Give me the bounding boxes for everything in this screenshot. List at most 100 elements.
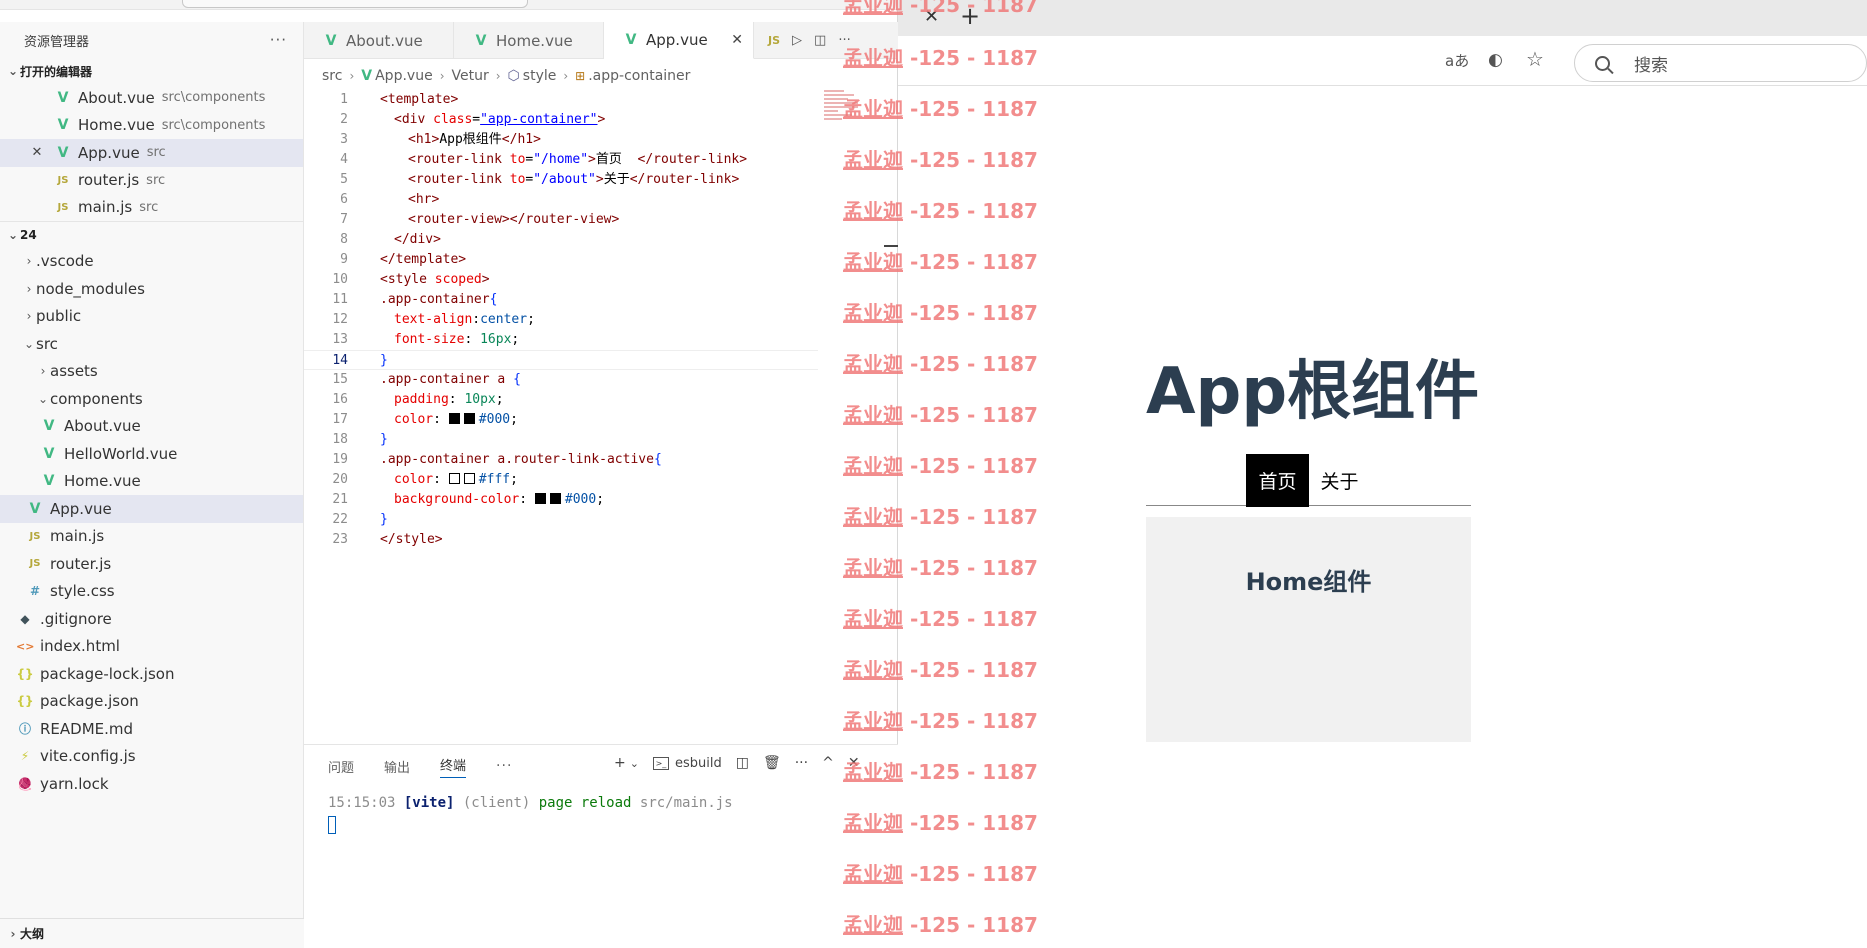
add-terminal-icon[interactable]: +	[614, 755, 626, 771]
tree-item-components[interactable]: ⌄ components	[0, 385, 303, 413]
search-box[interactable]: 搜索	[1574, 44, 1867, 82]
breadcrumb-vetur[interactable]: Vetur	[452, 68, 489, 84]
tree-item-label: package.json	[40, 692, 139, 711]
project-header[interactable]: ⌄ 24	[0, 222, 303, 248]
tab-about-vue[interactable]: V About.vue	[304, 22, 454, 59]
more-icon[interactable]: ···	[795, 755, 808, 771]
tab-label: Home.vue	[496, 31, 573, 50]
tree-item-style-css[interactable]: # style.css	[0, 578, 303, 606]
run-icon[interactable]: ▷	[792, 33, 802, 48]
close-icon[interactable]: ✕	[848, 755, 860, 771]
nav-link-about[interactable]: 关于	[1309, 454, 1371, 507]
open-editor-name: About.vue	[78, 88, 155, 107]
new-tab-icon[interactable]: +	[960, 2, 980, 30]
tree-item-helloworld-vue[interactable]: V HelloWorld.vue	[0, 440, 303, 468]
explorer-more-icon[interactable]: ···	[270, 31, 287, 49]
tree-item-package-json[interactable]: {} package.json	[0, 688, 303, 716]
split-terminal-icon[interactable]: ◫	[736, 755, 749, 771]
tree-item-app-vue[interactable]: V App.vue	[0, 495, 303, 523]
vue-file-icon: V	[325, 32, 337, 49]
tree-item-assets[interactable]: › assets	[0, 358, 303, 386]
home-component: Home组件	[1146, 517, 1471, 742]
more-icon[interactable]: ···	[496, 758, 512, 774]
close-icon[interactable]: ✕	[731, 32, 743, 48]
tree-item-yarn-lock[interactable]: 🧶 yarn.lock	[0, 770, 303, 798]
tree-item-main-js[interactable]: JS main.js	[0, 523, 303, 551]
read-aloud-icon[interactable]: aあ	[1445, 50, 1469, 71]
tree-item-home-vue[interactable]: V Home.vue	[0, 468, 303, 496]
class-icon: ⊞	[575, 69, 586, 83]
css-file-icon: #	[29, 584, 41, 599]
tab-output[interactable]: 输出	[384, 757, 410, 776]
open-editors-header[interactable]: ⌄ 打开的编辑器	[0, 58, 303, 84]
breadcrumb-file[interactable]: App.vue	[375, 68, 433, 84]
open-editor-home[interactable]: V Home.vue src\components	[0, 112, 303, 140]
tree-item-label: main.js	[50, 527, 105, 546]
terminal-output[interactable]: 15:15:03 [vite] (client) page reload src…	[328, 795, 733, 811]
terminal-selector[interactable]: >_ esbuild	[652, 755, 722, 771]
code-line: 20 color: #fff;	[304, 470, 898, 490]
tree-item-vscode[interactable]: › .vscode	[0, 248, 303, 276]
edge-icon[interactable]: ◐	[1488, 50, 1503, 70]
close-tab-icon[interactable]: ✕	[924, 6, 939, 27]
breadcrumb-style[interactable]: style	[523, 68, 557, 84]
screen: 资源管理器 ··· ⌄ 打开的编辑器 V About.vue src\compo…	[0, 0, 1867, 948]
tree-item-public[interactable]: › public	[0, 303, 303, 331]
code-line: 13 font-size: 16px;	[304, 330, 898, 350]
close-icon[interactable]: ✕	[30, 145, 44, 160]
tree-item-vite-config[interactable]: ⚡ vite.config.js	[0, 743, 303, 771]
color-swatch[interactable]	[463, 413, 475, 424]
color-swatch[interactable]	[463, 473, 475, 484]
tree-item-about-vue[interactable]: V About.vue	[0, 413, 303, 441]
code-editor[interactable]: 1 <template> 2 <div class="app-container">…	[304, 90, 898, 740]
tab-home-vue[interactable]: V Home.vue	[454, 22, 604, 59]
color-swatch[interactable]	[549, 493, 561, 504]
nav-link-home[interactable]: 首页	[1246, 454, 1309, 507]
terminal-name: esbuild	[674, 755, 722, 771]
tree-item-readme[interactable]: ⓘ README.md	[0, 715, 303, 743]
code-text: color: #000;	[394, 412, 518, 427]
maximize-panel-icon[interactable]: ^	[822, 755, 834, 771]
tree-item-package-lock[interactable]: {} package-lock.json	[0, 660, 303, 688]
line-number: 7	[340, 212, 348, 227]
color-swatch[interactable]	[448, 473, 460, 484]
color-swatch[interactable]	[534, 493, 546, 504]
code-text: }	[380, 512, 388, 527]
tree-item-index-html[interactable]: <> index.html	[0, 633, 303, 661]
chevron-right-icon: ›	[349, 69, 355, 83]
outline-header[interactable]: › 大纲	[0, 918, 304, 948]
code-text: <router-link to="/home">首页 </router-link…	[408, 152, 748, 167]
split-editor-icon[interactable]: ◫	[814, 33, 826, 48]
code-line: 10 <style scoped>	[304, 270, 898, 290]
breadcrumb-src[interactable]: src	[322, 68, 342, 84]
code-text: <hr>	[408, 192, 440, 207]
open-editor-router[interactable]: JS router.js src	[0, 167, 303, 195]
breadcrumb-class[interactable]: .app-container	[588, 68, 690, 84]
color-swatch[interactable]	[448, 413, 460, 424]
minimap[interactable]	[824, 90, 864, 134]
html-file-icon: <>	[16, 639, 35, 653]
open-editor-main[interactable]: JS main.js src	[0, 194, 303, 222]
tab-problems[interactable]: 问题	[328, 757, 354, 776]
open-editor-about[interactable]: V About.vue src\components	[0, 84, 303, 112]
trash-icon[interactable]: 🗑	[763, 755, 781, 771]
code-text: }	[380, 353, 388, 368]
open-editor-app[interactable]: ✕ V App.vue src	[0, 139, 303, 167]
chevron-down-icon[interactable]: ⌄	[630, 757, 639, 770]
more-icon[interactable]: ···	[838, 33, 850, 48]
tree-item-node-modules[interactable]: › node_modules	[0, 275, 303, 303]
tree-item-src[interactable]: ⌄ src	[0, 330, 303, 358]
code-text: font-size: 16px;	[394, 332, 520, 347]
js-file-icon[interactable]: JS	[768, 34, 780, 47]
favorite-star-icon[interactable]: ☆	[1526, 47, 1544, 71]
tab-terminal[interactable]: 终端	[440, 755, 467, 778]
line-number: 14	[332, 353, 348, 368]
code-line: 6 <hr>	[304, 190, 898, 210]
command-center[interactable]	[182, 0, 528, 8]
tree-item-router-js[interactable]: JS router.js	[0, 550, 303, 578]
tree-item-label: .vscode	[36, 252, 94, 271]
tree-item-gitignore[interactable]: ◆ .gitignore	[0, 605, 303, 633]
tree-item-label: package-lock.json	[40, 664, 175, 683]
tab-app-vue[interactable]: V App.vue ✕	[604, 22, 754, 59]
outline-title: 大纲	[20, 927, 45, 941]
